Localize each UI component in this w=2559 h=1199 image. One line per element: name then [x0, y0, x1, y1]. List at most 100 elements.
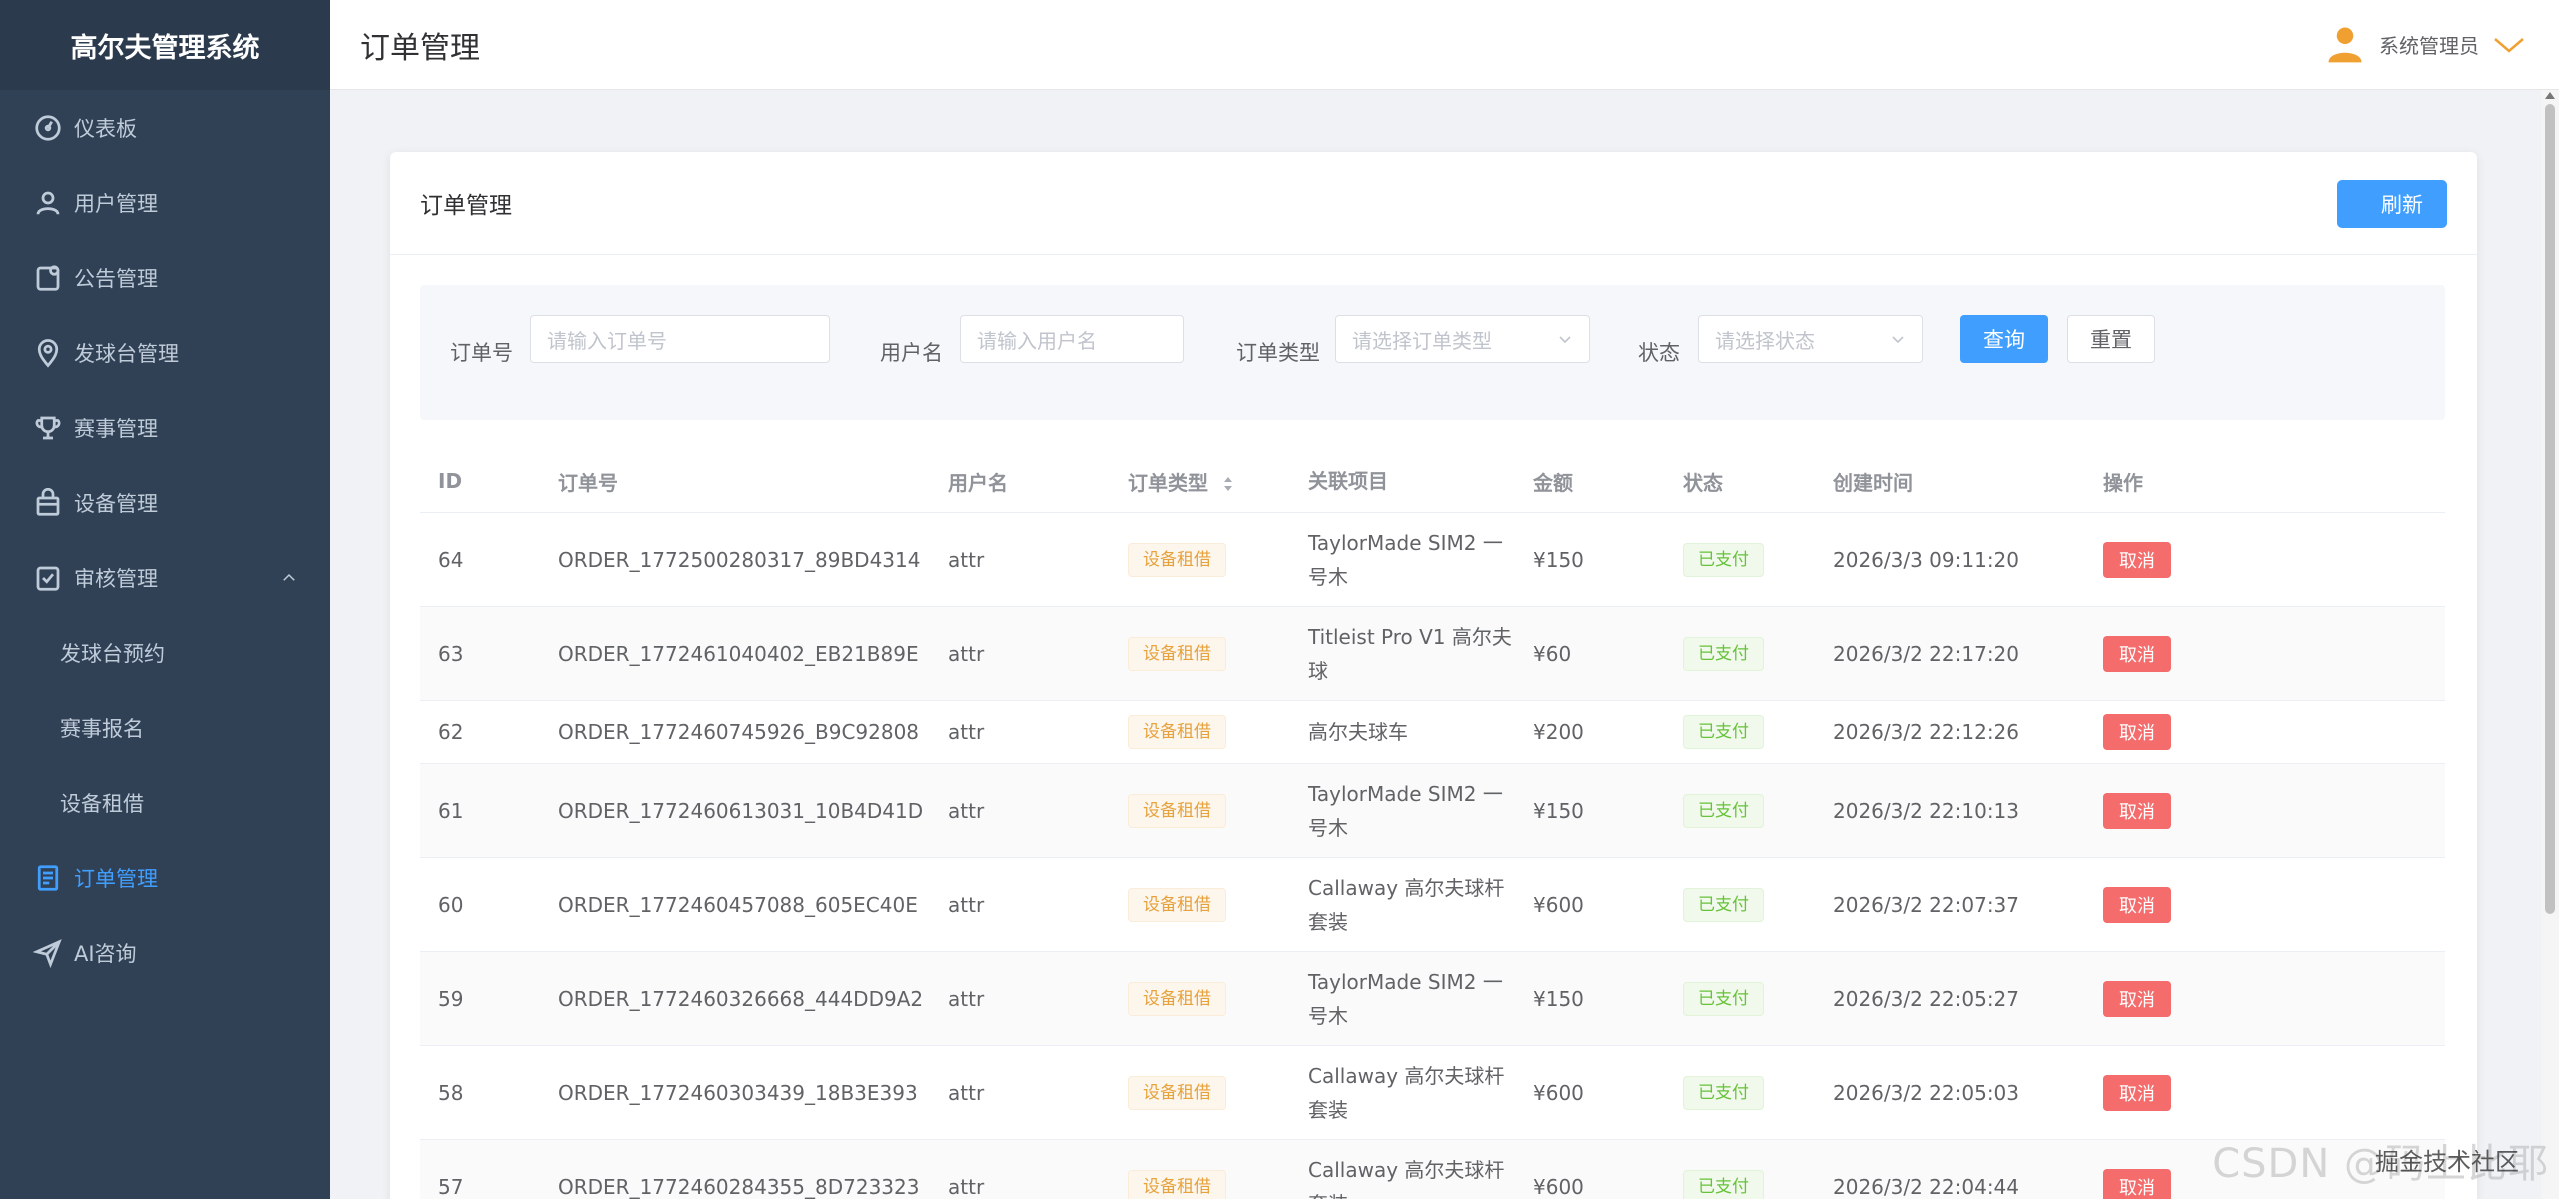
order-type-select[interactable]: 请选择订单类型: [1335, 315, 1590, 363]
query-button[interactable]: 查询: [1960, 315, 2048, 363]
cell-amount: ¥150: [1533, 547, 1584, 572]
refresh-button[interactable]: 刷新: [2337, 180, 2447, 228]
search-form: 订单号 请输入订单号 用户名 请输入用户名 订单类型 请选择订单类型 状态 请选…: [420, 285, 2445, 420]
avatar-icon: [2328, 27, 2362, 63]
dashboard-icon: [32, 112, 64, 144]
sidebar-item-label: 赛事管理: [74, 416, 158, 441]
sidebar-item-users[interactable]: 用户管理: [0, 165, 330, 240]
cell-status: 已支付: [1665, 715, 1815, 749]
orders-card: 订单管理 刷新 订单号 请输入订单号 用户名 请输入用户名 订单类型 请选择订单…: [390, 152, 2477, 1199]
sidebar: 高尔夫管理系统 仪表板 用户管理 公告管理 发球台管理 赛事管理 设备管理 审核…: [0, 0, 330, 1199]
cell-created: 2026/3/3 09:11:20: [1833, 547, 2020, 572]
sidebar-item-orders[interactable]: 订单管理: [0, 840, 330, 915]
col-header-status: 状态: [1683, 470, 1723, 495]
sidebar-item-audit[interactable]: 审核管理: [0, 540, 330, 615]
cell-order-type: 设备租借: [1110, 1075, 1290, 1110]
sidebar-item-dashboard[interactable]: 仪表板: [0, 90, 330, 165]
sidebar-subitem-equipment-rental[interactable]: 设备租借: [0, 765, 330, 840]
scroll-up-arrow-icon[interactable]: [2545, 92, 2555, 99]
cell-order-no: ORDER_1772460284355_8D723323: [558, 1174, 920, 1199]
cell-project: TaylorMade SIM2 一号木: [1308, 530, 1503, 589]
cell-created: 2026/3/2 22:04:44: [1833, 1174, 2020, 1199]
cell-id: 62: [438, 720, 464, 744]
cell-actions: 取消: [2085, 714, 2245, 750]
cancel-order-button[interactable]: 取消: [2103, 886, 2171, 923]
sidebar-subitem-tee-booking[interactable]: 发球台预约: [0, 615, 330, 690]
user-menu[interactable]: 系统管理员: [2323, 22, 2527, 66]
trophy-icon: [32, 412, 64, 444]
status-label: 状态: [1638, 341, 1680, 365]
cell-id: 60: [438, 892, 464, 917]
table-header: ID 订单号 用户名 订单类型 关联项目 金额 状态 创建时间 操作: [420, 450, 2445, 513]
scrollbar-thumb[interactable]: [2545, 104, 2555, 914]
order-type-placeholder: 请选择订单类型: [1352, 328, 1492, 353]
cancel-order-button[interactable]: 取消: [2103, 541, 2171, 578]
cancel-order-button[interactable]: 取消: [2103, 1168, 2171, 1199]
status-tag: 已支付: [1683, 542, 1764, 577]
cancel-order-button[interactable]: 取消: [2103, 714, 2171, 750]
cancel-order-button[interactable]: 取消: [2103, 1074, 2171, 1111]
status-tag: 已支付: [1683, 636, 1764, 671]
sidebar-item-equipment[interactable]: 设备管理: [0, 465, 330, 540]
order-type-tag: 设备租借: [1128, 636, 1226, 671]
order-type-tag: 设备租借: [1128, 887, 1226, 922]
notice-icon: [32, 262, 64, 294]
cell-amount: ¥150: [1533, 986, 1584, 1011]
top-header: 订单管理 系统管理员: [330, 0, 2559, 90]
cell-order-no: ORDER_1772461040402_EB21B89E: [558, 641, 919, 666]
audit-icon: [32, 562, 64, 594]
cancel-order-button[interactable]: 取消: [2103, 980, 2171, 1017]
reset-button[interactable]: 重置: [2067, 315, 2155, 363]
cell-project: TaylorMade SIM2 一号木: [1308, 969, 1503, 1028]
location-icon: [32, 337, 64, 369]
cell-id: 57: [438, 1174, 464, 1199]
cell-project: Titleist Pro V1 高尔夫球: [1308, 624, 1512, 683]
cell-created: 2026/3/2 22:07:37: [1833, 892, 2020, 917]
col-header-created: 创建时间: [1833, 470, 1913, 495]
cell-actions: 取消: [2085, 1074, 2245, 1111]
username: 系统管理员: [2379, 33, 2479, 58]
watermark-overlay: 掘金技术社区: [2375, 1148, 2519, 1176]
col-header-project: 关联项目: [1308, 469, 1388, 493]
cell-amount: ¥60: [1533, 641, 1572, 666]
cell-status: 已支付: [1665, 1169, 1815, 1199]
cell-order-no: ORDER_1772460613031_10B4D41D: [558, 798, 924, 823]
sort-icon[interactable]: [1221, 474, 1235, 494]
sidebar-item-ai[interactable]: AI咨询: [0, 915, 330, 990]
cell-order-type: 设备租借: [1110, 887, 1290, 922]
cell-status: 已支付: [1665, 542, 1815, 577]
vertical-scrollbar[interactable]: [2541, 90, 2559, 1199]
cell-status: 已支付: [1665, 793, 1815, 828]
sidebar-subitem-event-signup[interactable]: 赛事报名: [0, 690, 330, 765]
table-row: 64 ORDER_1772500280317_89BD4314 attr 设备租借 Ta…: [420, 513, 2445, 607]
sidebar-item-notices[interactable]: 公告管理: [0, 240, 330, 315]
orders-table: ID 订单号 用户名 订单类型 关联项目 金额 状态 创建时间 操作 64 ORD…: [420, 450, 2445, 1199]
bag-icon: [32, 487, 64, 519]
cell-amount: ¥600: [1533, 892, 1584, 917]
col-header-amount: 金额: [1533, 470, 1573, 495]
sidebar-item-events[interactable]: 赛事管理: [0, 390, 330, 465]
status-select[interactable]: 请选择状态: [1698, 315, 1923, 363]
cell-username: attr: [948, 892, 985, 917]
order-type-tag: 设备租借: [1128, 542, 1226, 577]
status-tag: 已支付: [1683, 793, 1764, 828]
table-row: 59 ORDER_1772460326668_444DD9A2 attr 设备租借 Ta…: [420, 952, 2445, 1046]
sidebar-item-label: AI咨询: [74, 941, 137, 966]
table-body: 64 ORDER_1772500280317_89BD4314 attr 设备租借 Ta…: [420, 513, 2445, 1199]
cell-amount: ¥600: [1533, 1080, 1584, 1105]
cell-status: 已支付: [1665, 887, 1815, 922]
order-no-input[interactable]: 请输入订单号: [530, 315, 830, 363]
col-header-order-no: 订单号: [558, 470, 618, 495]
cancel-order-button[interactable]: 取消: [2103, 635, 2171, 672]
user-icon: [32, 187, 64, 219]
cell-username: attr: [948, 641, 985, 666]
table-row: 63 ORDER_1772461040402_EB21B89E attr 设备租借 Ti…: [420, 607, 2445, 701]
cancel-order-button[interactable]: 取消: [2103, 792, 2171, 829]
cell-username: attr: [948, 1174, 985, 1199]
status-placeholder: 请选择状态: [1715, 328, 1815, 353]
col-header-order-type[interactable]: 订单类型: [1110, 467, 1290, 496]
sidebar-item-tees[interactable]: 发球台管理: [0, 315, 330, 390]
cell-actions: 取消: [2085, 792, 2245, 829]
order-type-label: 订单类型: [1236, 341, 1320, 365]
username-input[interactable]: 请输入用户名: [960, 315, 1184, 363]
